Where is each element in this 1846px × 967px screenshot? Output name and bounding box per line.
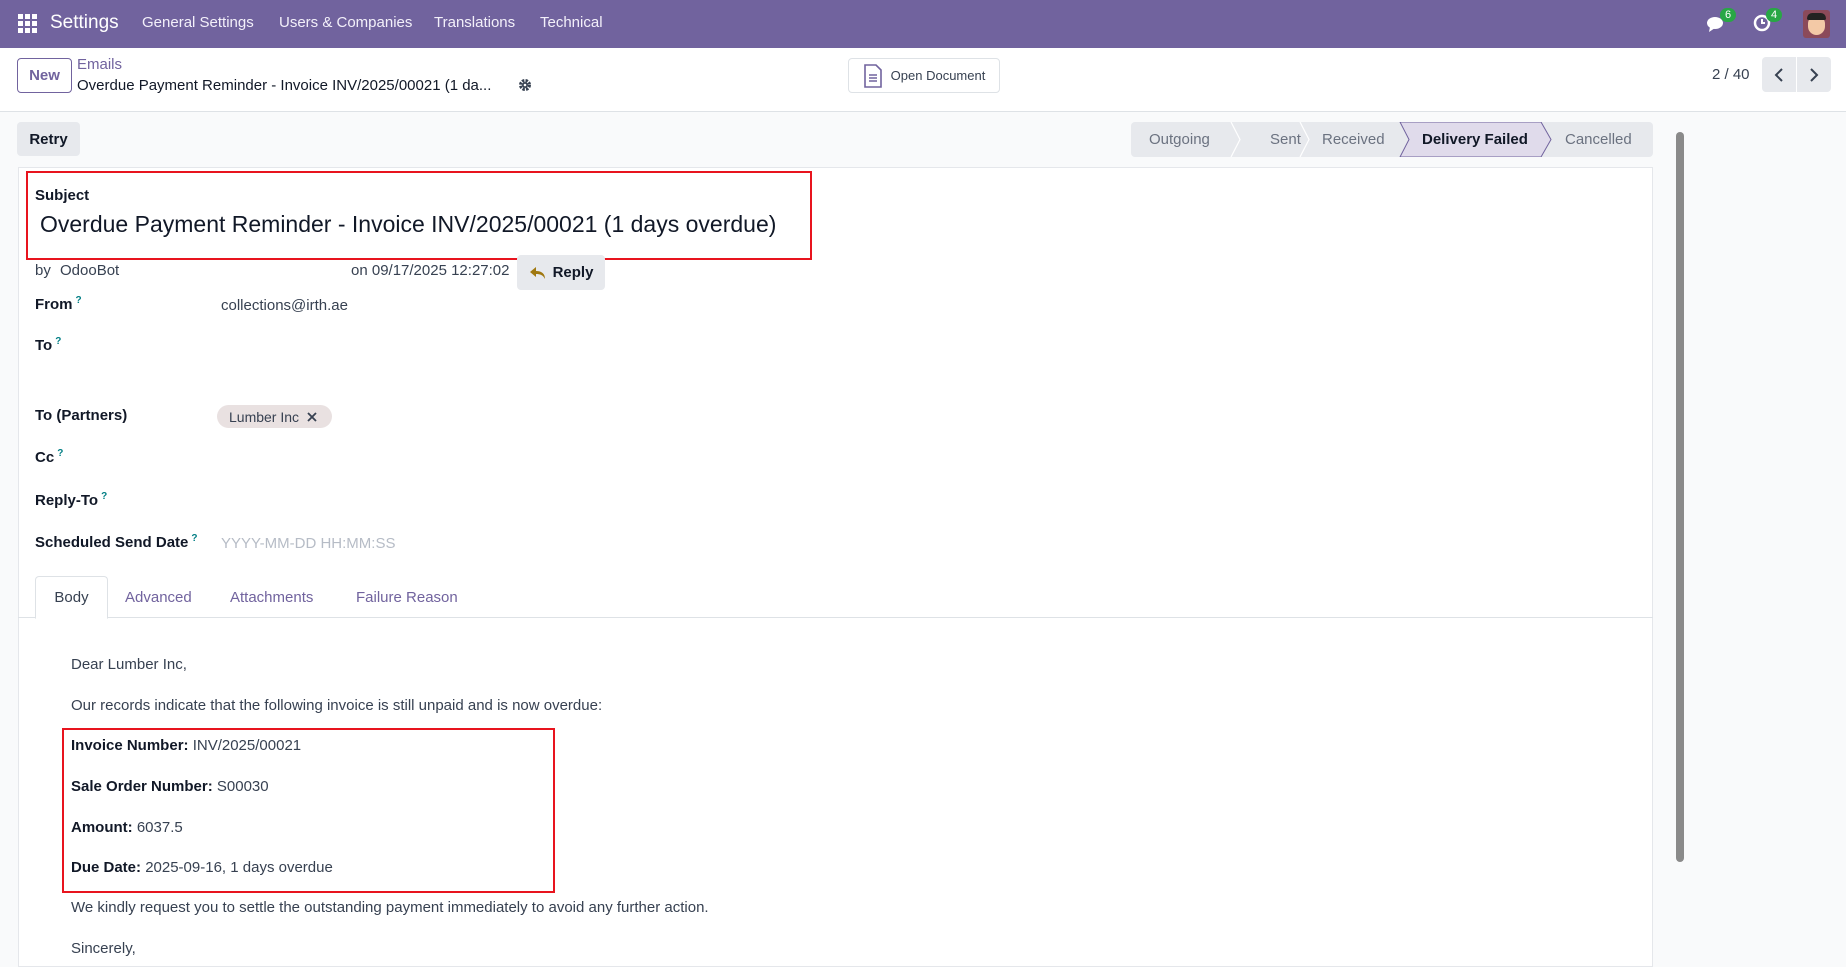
help-icon[interactable]: ? xyxy=(191,533,197,544)
chevron-left-icon xyxy=(1774,67,1783,82)
user-avatar[interactable] xyxy=(1803,10,1830,38)
messages-badge: 6 xyxy=(1720,8,1737,22)
body-intro: Our records indicate that the following … xyxy=(71,697,603,714)
messages-button[interactable]: 6 xyxy=(1706,8,1737,38)
menu-general-settings[interactable]: General Settings xyxy=(142,14,254,31)
new-button[interactable]: New xyxy=(17,58,72,93)
body-sale-order: Sale Order Number: S00030 xyxy=(71,778,269,795)
tab-advanced[interactable]: Advanced xyxy=(125,576,192,618)
menu-technical[interactable]: Technical xyxy=(540,14,603,31)
reply-label: Reply xyxy=(552,264,594,281)
author-name: OdooBot xyxy=(60,262,120,279)
pager-value[interactable]: 2 / 40 xyxy=(1712,66,1750,83)
scrollbar[interactable] xyxy=(1676,118,1684,962)
chevron-right-icon xyxy=(1810,67,1819,82)
body-invoice-number: Invoice Number: INV/2025/00021 xyxy=(71,737,302,754)
to-label: To? xyxy=(35,336,62,354)
help-icon[interactable]: ? xyxy=(57,448,63,459)
partner-tag: Lumber Inc xyxy=(217,405,332,428)
open-document-label: Open Document xyxy=(890,68,986,83)
stage-cancelled[interactable]: Cancelled xyxy=(1565,122,1632,157)
document-icon xyxy=(863,63,882,88)
remove-tag-icon[interactable] xyxy=(306,411,318,423)
open-document-button[interactable]: Open Document xyxy=(848,58,1000,93)
to-field[interactable] xyxy=(221,330,821,390)
reply-to-label: Reply-To? xyxy=(35,491,108,509)
menu-users-companies[interactable]: Users & Companies xyxy=(279,14,412,31)
breadcrumb-emails[interactable]: Emails xyxy=(77,56,122,73)
status-bar: Outgoing Sent Received Delivery Failed C… xyxy=(1131,122,1653,157)
top-navbar: Settings General Settings Users & Compan… xyxy=(0,0,1846,48)
body-request: We kindly request you to settle the outs… xyxy=(71,899,709,916)
by-label: by xyxy=(35,262,51,279)
control-panel: New Emails Overdue Payment Reminder - In… xyxy=(0,48,1846,112)
breadcrumb-current: Overdue Payment Reminder - Invoice INV/2… xyxy=(77,77,492,94)
reply-icon xyxy=(529,266,545,279)
message-date: on 09/17/2025 12:27:02 xyxy=(351,262,510,279)
menu-translations[interactable]: Translations xyxy=(434,14,515,31)
partner-tag-label: Lumber Inc xyxy=(229,408,300,425)
from-field[interactable]: collections@irth.ae xyxy=(221,297,348,314)
tab-body[interactable]: Body xyxy=(35,576,108,619)
cc-field[interactable] xyxy=(221,444,821,470)
subject-field[interactable]: Overdue Payment Reminder - Invoice INV/2… xyxy=(40,211,776,238)
activities-button[interactable]: 4 xyxy=(1752,8,1783,38)
stage-delivery-failed[interactable]: Delivery Failed xyxy=(1422,122,1528,157)
app-name[interactable]: Settings xyxy=(50,12,119,34)
reply-button[interactable]: Reply xyxy=(517,255,605,290)
gear-icon[interactable] xyxy=(518,78,532,92)
retry-button[interactable]: Retry xyxy=(17,122,80,156)
pager-previous-button[interactable] xyxy=(1762,57,1796,92)
pager-next-button[interactable] xyxy=(1797,57,1831,92)
scheduled-send-date-label: Scheduled Send Date? xyxy=(35,533,198,551)
to-partners-label: To (Partners) xyxy=(35,407,128,424)
help-icon[interactable]: ? xyxy=(55,336,61,347)
tab-attachments[interactable]: Attachments xyxy=(230,576,313,618)
cc-label: Cc? xyxy=(35,448,64,466)
body-closing: Sincerely, xyxy=(71,940,136,957)
reply-to-field[interactable] xyxy=(221,487,821,513)
from-label: From? xyxy=(35,295,82,313)
body-due-date: Due Date: 2025-09-16, 1 days overdue xyxy=(71,859,333,876)
subject-label: Subject xyxy=(35,187,90,204)
body-amount: Amount: 6037.5 xyxy=(71,819,183,836)
body-greeting: Dear Lumber Inc, xyxy=(71,656,187,673)
help-icon[interactable]: ? xyxy=(76,295,82,306)
apps-grid-icon[interactable] xyxy=(18,14,38,34)
tab-failure-reason[interactable]: Failure Reason xyxy=(356,576,458,618)
activities-badge: 4 xyxy=(1766,8,1783,22)
scheduled-send-date-field[interactable]: YYYY-MM-DD HH:MM:SS xyxy=(221,535,395,552)
help-icon[interactable]: ? xyxy=(101,491,107,502)
